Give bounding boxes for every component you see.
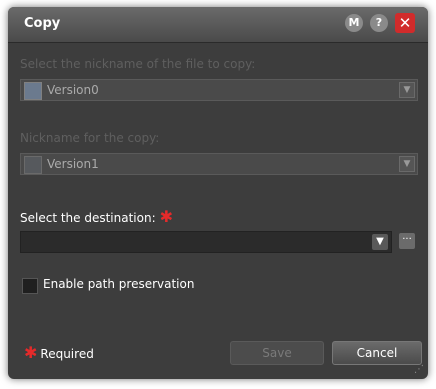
copy-nickname-select[interactable]: Version1 ▼: [20, 153, 418, 175]
cancel-button[interactable]: Cancel: [332, 341, 422, 365]
path-preservation-checkbox[interactable]: [22, 278, 38, 294]
title-bar[interactable]: Copy M ? ✕: [8, 7, 428, 43]
source-select[interactable]: Version0 ▼: [20, 79, 418, 101]
path-preservation-label[interactable]: Enable path preservation: [43, 277, 194, 291]
resize-grip-icon[interactable]: ⋰: [414, 364, 424, 375]
required-label: Required: [40, 347, 94, 361]
dialog-title: Copy: [24, 16, 61, 31]
copy-dialog: Copy M ? ✕ Select the nickname of the fi…: [8, 7, 428, 379]
source-value: Version0: [47, 83, 99, 97]
chevron-down-icon[interactable]: ▼: [399, 82, 415, 98]
destination-select[interactable]: ▼: [20, 231, 392, 253]
destination-label-text: Select the destination:: [20, 211, 156, 225]
source-label: Select the nickname of the file to copy:: [20, 57, 256, 71]
help-button[interactable]: ?: [370, 14, 388, 32]
m-button[interactable]: M: [345, 14, 363, 32]
asterisk-icon: ✱: [24, 343, 38, 362]
save-button[interactable]: Save: [230, 341, 324, 365]
close-button[interactable]: ✕: [395, 13, 415, 33]
copy-nickname-label: Nickname for the copy:: [20, 131, 160, 145]
film-frame-icon: [24, 156, 42, 174]
destination-label: Select the destination: ✱: [20, 207, 173, 226]
chevron-down-icon[interactable]: ▼: [399, 156, 415, 172]
browse-button[interactable]: ···: [399, 233, 415, 249]
copy-nickname-value: Version1: [47, 157, 99, 171]
asterisk-icon: ✱: [159, 207, 174, 226]
required-note: ✱ Required: [24, 343, 94, 362]
chevron-down-icon[interactable]: ▼: [372, 234, 388, 250]
film-frame-icon: [24, 82, 42, 100]
